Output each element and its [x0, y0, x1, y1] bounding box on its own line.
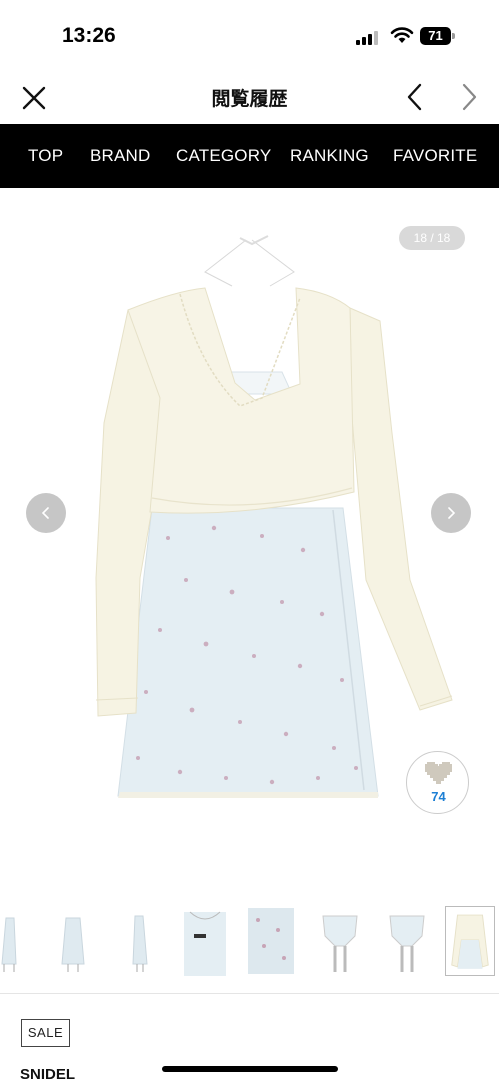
thumbnail-6[interactable] — [315, 906, 365, 976]
thumbnail-7[interactable] — [382, 906, 432, 976]
previous-button[interactable] — [402, 82, 428, 112]
wifi-icon — [390, 27, 414, 43]
favorite-count: 74 — [431, 789, 446, 804]
cellular-signal-icon — [356, 31, 378, 45]
nav-item-favorite[interactable]: FAVORITE — [393, 146, 477, 166]
status-bar: 13:26 71 — [0, 0, 499, 70]
battery-level: 71 — [428, 28, 443, 43]
chevron-right-icon — [448, 507, 456, 519]
chevron-left-icon — [407, 83, 422, 111]
thumbnail-8-selected[interactable] — [445, 906, 495, 976]
gallery-prev-button[interactable] — [26, 493, 66, 533]
nav-item-ranking[interactable]: RANKING — [290, 146, 369, 166]
chevron-right-icon — [462, 83, 477, 111]
nav-item-category[interactable]: CATEGORY — [176, 146, 271, 166]
app-header: 閲覧履歴 — [0, 70, 499, 124]
nav-item-top[interactable]: TOP — [28, 146, 63, 166]
thumbnail-1[interactable] — [0, 906, 42, 976]
nav-item-brand[interactable]: BRAND — [90, 146, 151, 166]
heart-icon — [425, 762, 452, 784]
thumbnail-2[interactable] — [48, 906, 98, 976]
status-time: 13:26 — [62, 24, 116, 47]
close-icon — [22, 86, 46, 110]
chevron-left-icon — [41, 507, 49, 519]
thumbnail-3[interactable] — [115, 906, 165, 976]
favorite-button[interactable]: 74 — [406, 751, 469, 814]
image-counter: 18 / 18 — [399, 226, 465, 250]
battery-icon: 71 — [420, 27, 456, 45]
sale-badge: SALE — [21, 1019, 70, 1047]
home-indicator — [162, 1066, 338, 1072]
category-nav: TOP BRAND CATEGORY RANKING FAVORITE — [0, 124, 499, 188]
next-button[interactable] — [456, 82, 482, 112]
close-button[interactable] — [20, 84, 48, 112]
gallery-next-button[interactable] — [431, 493, 471, 533]
thumbnail-4[interactable] — [180, 906, 230, 976]
thumbnail-5[interactable] — [246, 906, 296, 976]
brand-name[interactable]: SNIDEL — [20, 1066, 75, 1080]
thumbnail-strip — [0, 906, 499, 982]
section-divider — [0, 993, 499, 994]
